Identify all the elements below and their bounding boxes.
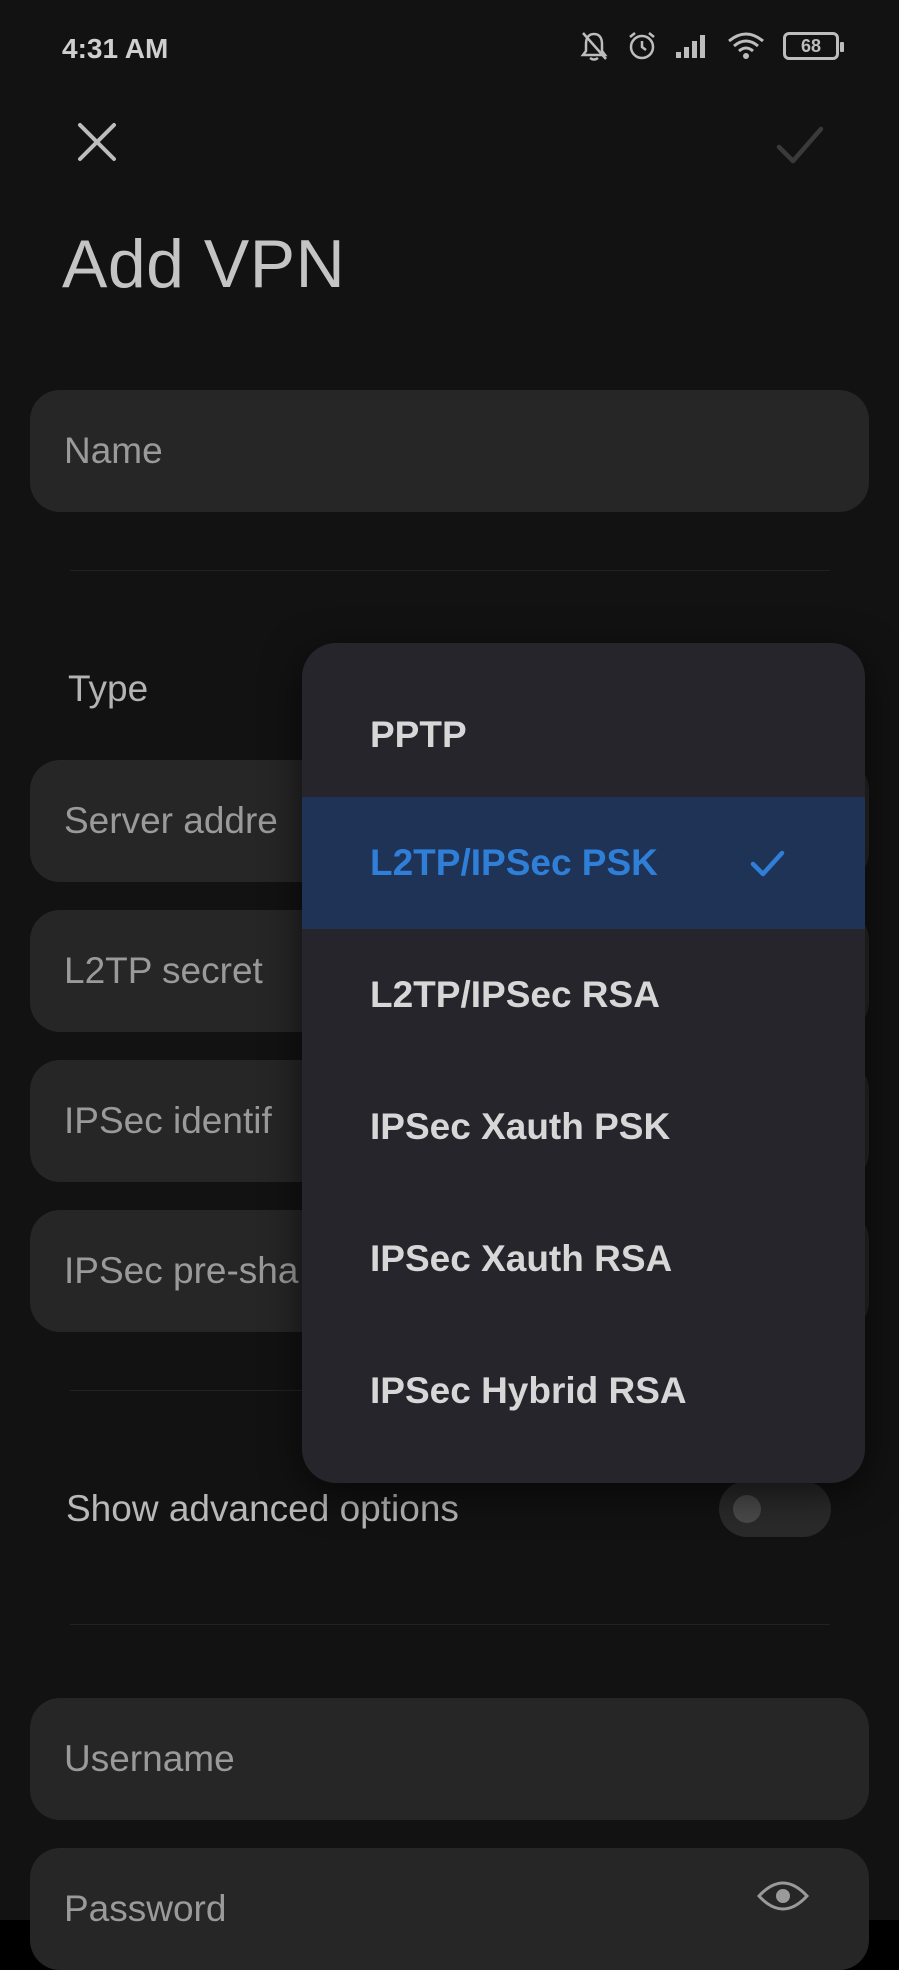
dropdown-option-label: L2TP/IPSec PSK xyxy=(370,842,658,883)
username-field[interactable]: Username xyxy=(30,1698,869,1820)
battery-level: 68 xyxy=(800,35,822,56)
battery-icon: 68 xyxy=(783,32,844,60)
confirm-button[interactable] xyxy=(769,115,829,175)
advanced-options-label: Show advanced options xyxy=(66,1488,459,1529)
close-icon xyxy=(78,123,116,161)
status-bar: 4:31 AM 68 xyxy=(0,0,899,100)
check-icon xyxy=(750,850,785,877)
name-placeholder: Name xyxy=(64,430,163,471)
advanced-options-toggle[interactable] xyxy=(719,1481,831,1537)
eye-icon[interactable] xyxy=(757,1876,809,1916)
password-placeholder: Password xyxy=(64,1888,227,1929)
divider xyxy=(70,1624,830,1625)
dropdown-option-ipsec-hybrid-rsa[interactable]: IPSec Hybrid RSA xyxy=(302,1325,865,1457)
bell-off-icon xyxy=(579,30,609,62)
name-field[interactable]: Name xyxy=(30,390,869,512)
check-icon xyxy=(776,126,824,164)
wifi-icon xyxy=(727,31,765,61)
dropdown-option-label: PPTP xyxy=(370,714,467,755)
close-button[interactable] xyxy=(70,115,124,169)
l2tp-secret-placeholder: L2TP secret xyxy=(64,950,263,991)
divider xyxy=(70,570,830,571)
screen: 4:31 AM 68 Add VPN Name Type Server addr… xyxy=(0,0,899,1970)
status-time: 4:31 AM xyxy=(62,33,169,64)
dropdown-option-l2tp-ipsec-rsa[interactable]: L2TP/IPSec RSA xyxy=(302,929,865,1061)
ipsec-pre-shared-key-placeholder: IPSec pre-sha xyxy=(64,1250,299,1291)
dropdown-option-ipsec-xauth-psk[interactable]: IPSec Xauth PSK xyxy=(302,1061,865,1193)
dropdown-option-label: IPSec Xauth PSK xyxy=(370,1106,671,1147)
type-label: Type xyxy=(68,668,149,709)
dropdown-option-pptp[interactable]: PPTP xyxy=(302,669,865,801)
toggle-knob xyxy=(733,1495,761,1523)
ipsec-identifier-placeholder: IPSec identif xyxy=(64,1100,272,1141)
server-address-placeholder: Server addre xyxy=(64,800,278,841)
dropdown-option-label: IPSec Xauth RSA xyxy=(370,1238,673,1279)
dropdown-option-label: L2TP/IPSec RSA xyxy=(370,974,660,1015)
signal-icon xyxy=(675,33,709,59)
dropdown-option-l2tp-ipsec-psk[interactable]: L2TP/IPSec PSK xyxy=(302,797,865,929)
dropdown-option-ipsec-xauth-rsa[interactable]: IPSec Xauth RSA xyxy=(302,1193,865,1325)
username-placeholder: Username xyxy=(64,1738,235,1779)
alarm-icon xyxy=(627,30,657,62)
password-field[interactable]: Password xyxy=(30,1848,869,1970)
dropdown-option-label: IPSec Hybrid RSA xyxy=(370,1370,687,1411)
page-title: Add VPN xyxy=(62,226,346,302)
vpn-type-dropdown: PPTP L2TP/IPSec PSK L2TP/IPSec RSA IPSec… xyxy=(302,643,865,1483)
status-icons: 68 xyxy=(579,30,844,62)
